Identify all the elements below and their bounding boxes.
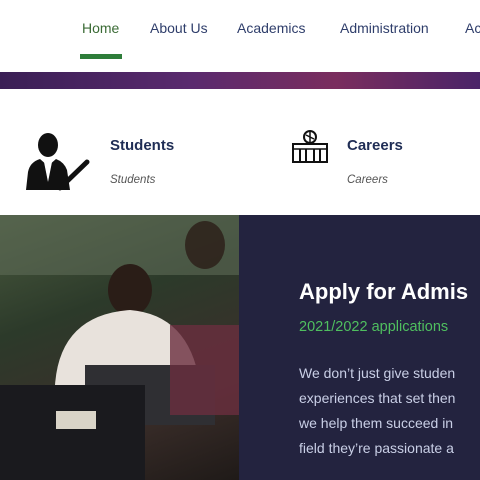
hero-description: We don’t just give studen experiences th… [299, 361, 455, 461]
nav-home[interactable]: Home [82, 20, 119, 36]
hero-line: We don’t just give studen [299, 365, 456, 381]
students-photo [0, 215, 239, 480]
hero-line: we help them succeed in [299, 415, 454, 431]
quick-links: Students Students Careers Careers [0, 89, 480, 215]
nav-about-us[interactable]: About Us [150, 20, 208, 36]
nav-administration[interactable]: Administration [340, 20, 429, 36]
nav-admissions[interactable]: Ac [465, 20, 480, 36]
students-title[interactable]: Students [110, 137, 174, 154]
nav-academics[interactable]: Academics [237, 20, 305, 36]
careers-subtitle: Careers [347, 174, 388, 186]
hero-line: experiences that set then [299, 390, 456, 406]
main-nav: Home About Us Academics Administration A… [0, 0, 480, 72]
banner-strip [0, 72, 480, 89]
careers-title[interactable]: Careers [347, 137, 403, 154]
hero-title: Apply for Admis [299, 279, 469, 304]
building-icon [292, 130, 328, 163]
hero-line: field they’re passionate a [299, 440, 454, 456]
quick-link-students[interactable]: Students Students [0, 89, 240, 215]
nav-active-underline [80, 54, 122, 59]
hero-subtitle: 2021/2022 applications [299, 319, 449, 335]
photo-illustration [0, 215, 239, 480]
students-subtitle: Students [110, 174, 156, 186]
quick-link-careers[interactable]: Careers Careers [240, 89, 480, 215]
student-icon [26, 133, 90, 191]
admission-panel: Apply for Admis 2021/2022 applications W… [239, 215, 480, 480]
